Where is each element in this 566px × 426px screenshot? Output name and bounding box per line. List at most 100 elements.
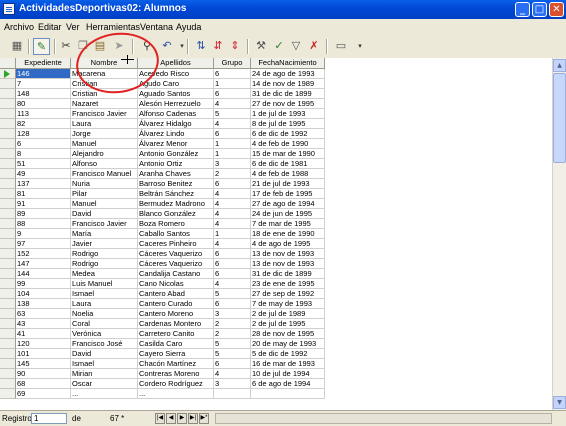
cell-expediente[interactable]: 145 [16,359,71,369]
row-header[interactable] [0,329,16,339]
cell-grupo[interactable]: 5 [214,109,251,119]
cell-grupo[interactable]: 6 [214,69,251,79]
row-header[interactable] [0,159,16,169]
cell-fechanacimiento[interactable]: 27 de nov de 1995 [251,99,325,109]
cell-nombre[interactable]: Ismael [71,359,138,369]
cell-nombre[interactable]: Francisco Manuel [71,169,138,179]
cell-expediente[interactable]: 152 [16,249,71,259]
cell-fechanacimiento[interactable]: 17 de feb de 1995 [251,189,325,199]
row-header[interactable] [0,209,16,219]
cell-fechanacimiento[interactable]: 20 de may de 1993 [251,339,325,349]
cell-grupo[interactable]: 5 [214,349,251,359]
cell-apellidos[interactable]: Cayero Sierra [138,349,214,359]
cell-apellidos[interactable]: Antonio Ortiz [138,159,214,169]
scroll-up-icon[interactable]: ▲ [553,59,566,72]
horizontal-scrollbar[interactable] [215,413,552,424]
cell-nombre[interactable]: María [71,229,138,239]
row-header[interactable] [0,149,16,159]
menu-editar[interactable]: Editar [38,22,62,32]
cell-nombre[interactable]: Macarena [71,69,138,79]
cell-grupo[interactable]: 1 [214,229,251,239]
cell-expediente[interactable]: 63 [16,309,71,319]
cell-nombre[interactable]: Ismael [71,289,138,299]
menu-herramientas[interactable]: Herramientas [86,22,140,32]
cell-grupo[interactable]: 4 [214,239,251,249]
cell-expediente[interactable]: 91 [16,199,71,209]
cell-grupo[interactable]: 3 [214,159,251,169]
cell-apellidos[interactable]: Chacón Martínez [138,359,214,369]
copy-icon[interactable]: ❐ [76,39,90,53]
next-record-icon[interactable]: ▶ [177,413,187,424]
first-record-icon[interactable]: |◀ [155,413,165,424]
cell-grupo[interactable]: 4 [214,99,251,109]
menu-ventana[interactable]: Ventana [140,22,173,32]
cell-fechanacimiento[interactable]: 2 de jul de 1995 [251,319,325,329]
column-header-grupo[interactable]: Grupo [214,58,251,69]
row-header[interactable] [0,319,16,329]
cell-expediente[interactable]: 104 [16,289,71,299]
cell-apellidos[interactable]: Caceres Pinheiro [138,239,214,249]
cell-expediente[interactable]: 8 [16,149,71,159]
cell-nombre[interactable]: ... [71,389,138,399]
cell-apellidos[interactable]: Cantero Abad [138,289,214,299]
row-header[interactable] [0,379,16,389]
cell-nombre[interactable]: Rodrigo [71,259,138,269]
cell-nombre[interactable]: Verónica [71,329,138,339]
cell-apellidos[interactable]: Barroso Benitez [138,179,214,189]
row-header[interactable] [0,169,16,179]
cell-apellidos[interactable]: Álvarez Menor [138,139,214,149]
cell-fechanacimiento[interactable]: 23 de ene de 1995 [251,279,325,289]
cell-nombre[interactable]: David [71,349,138,359]
cell-grupo[interactable]: 6 [214,299,251,309]
cell-expediente[interactable]: 137 [16,179,71,189]
cell-apellidos[interactable]: Cordero Rodríguez [138,379,214,389]
forward-icon[interactable]: ➤ [112,39,126,53]
cell-fechanacimiento[interactable]: 28 de nov de 1995 [251,329,325,339]
cell-grupo[interactable]: 3 [214,309,251,319]
cell-apellidos[interactable]: ... [138,389,214,399]
cell-nombre[interactable]: Francisco Javier [71,219,138,229]
cell-expediente[interactable]: 51 [16,159,71,169]
cell-fechanacimiento[interactable]: 4 de feb de 1988 [251,169,325,179]
cell-fechanacimiento[interactable]: 24 de ago de 1993 [251,69,325,79]
row-header[interactable] [0,359,16,369]
maximize-button[interactable]: □ [532,2,547,17]
cell-nombre[interactable]: Rodrigo [71,249,138,259]
cell-nombre[interactable]: Oscar [71,379,138,389]
cell-apellidos[interactable]: Acevedo Risco [138,69,214,79]
cell-nombre[interactable]: Laura [71,299,138,309]
cell-grupo[interactable]: 6 [214,179,251,189]
cell-nombre[interactable]: Alfonso [71,159,138,169]
row-header[interactable] [0,179,16,189]
cell-expediente[interactable]: 120 [16,339,71,349]
minimize-button[interactable]: _ [515,2,530,17]
cell-grupo[interactable]: 1 [214,149,251,159]
cell-fechanacimiento[interactable]: 18 de ene de 1990 [251,229,325,239]
menu-ayuda[interactable]: Ayuda [176,22,201,32]
datasource-icon[interactable]: ▭ [334,39,348,53]
cell-nombre[interactable]: Manuel [71,139,138,149]
record-number-field[interactable]: 1 [31,413,67,424]
cell-fechanacimiento[interactable]: 4 de feb de 1990 [251,139,325,149]
row-header[interactable] [0,229,16,239]
row-header[interactable] [0,69,16,79]
cell-fechanacimiento[interactable]: 7 de mar de 1995 [251,219,325,229]
autofilter-icon[interactable]: ⚒ [254,39,268,53]
cell-fechanacimiento[interactable]: 13 de nov de 1993 [251,249,325,259]
scroll-thumb[interactable] [553,73,566,163]
cell-apellidos[interactable]: Cano Nicolas [138,279,214,289]
cell-fechanacimiento[interactable]: 10 de jul de 1994 [251,369,325,379]
cell-expediente[interactable]: 99 [16,279,71,289]
cell-apellidos[interactable]: Álvarez Hidalgo [138,119,214,129]
cell-fechanacimiento[interactable]: 6 de dic de 1992 [251,129,325,139]
cell-expediente[interactable]: 89 [16,209,71,219]
cell-grupo[interactable]: 6 [214,269,251,279]
cell-grupo[interactable]: 6 [214,259,251,269]
toolbar-overflow-icon[interactable]: ▾ [353,39,367,53]
cell-apellidos[interactable]: Alesón Herrezuelo [138,99,214,109]
row-header[interactable] [0,349,16,359]
row-header[interactable] [0,89,16,99]
row-header[interactable] [0,289,16,299]
cell-expediente[interactable]: 128 [16,129,71,139]
cell-grupo[interactable]: 6 [214,249,251,259]
